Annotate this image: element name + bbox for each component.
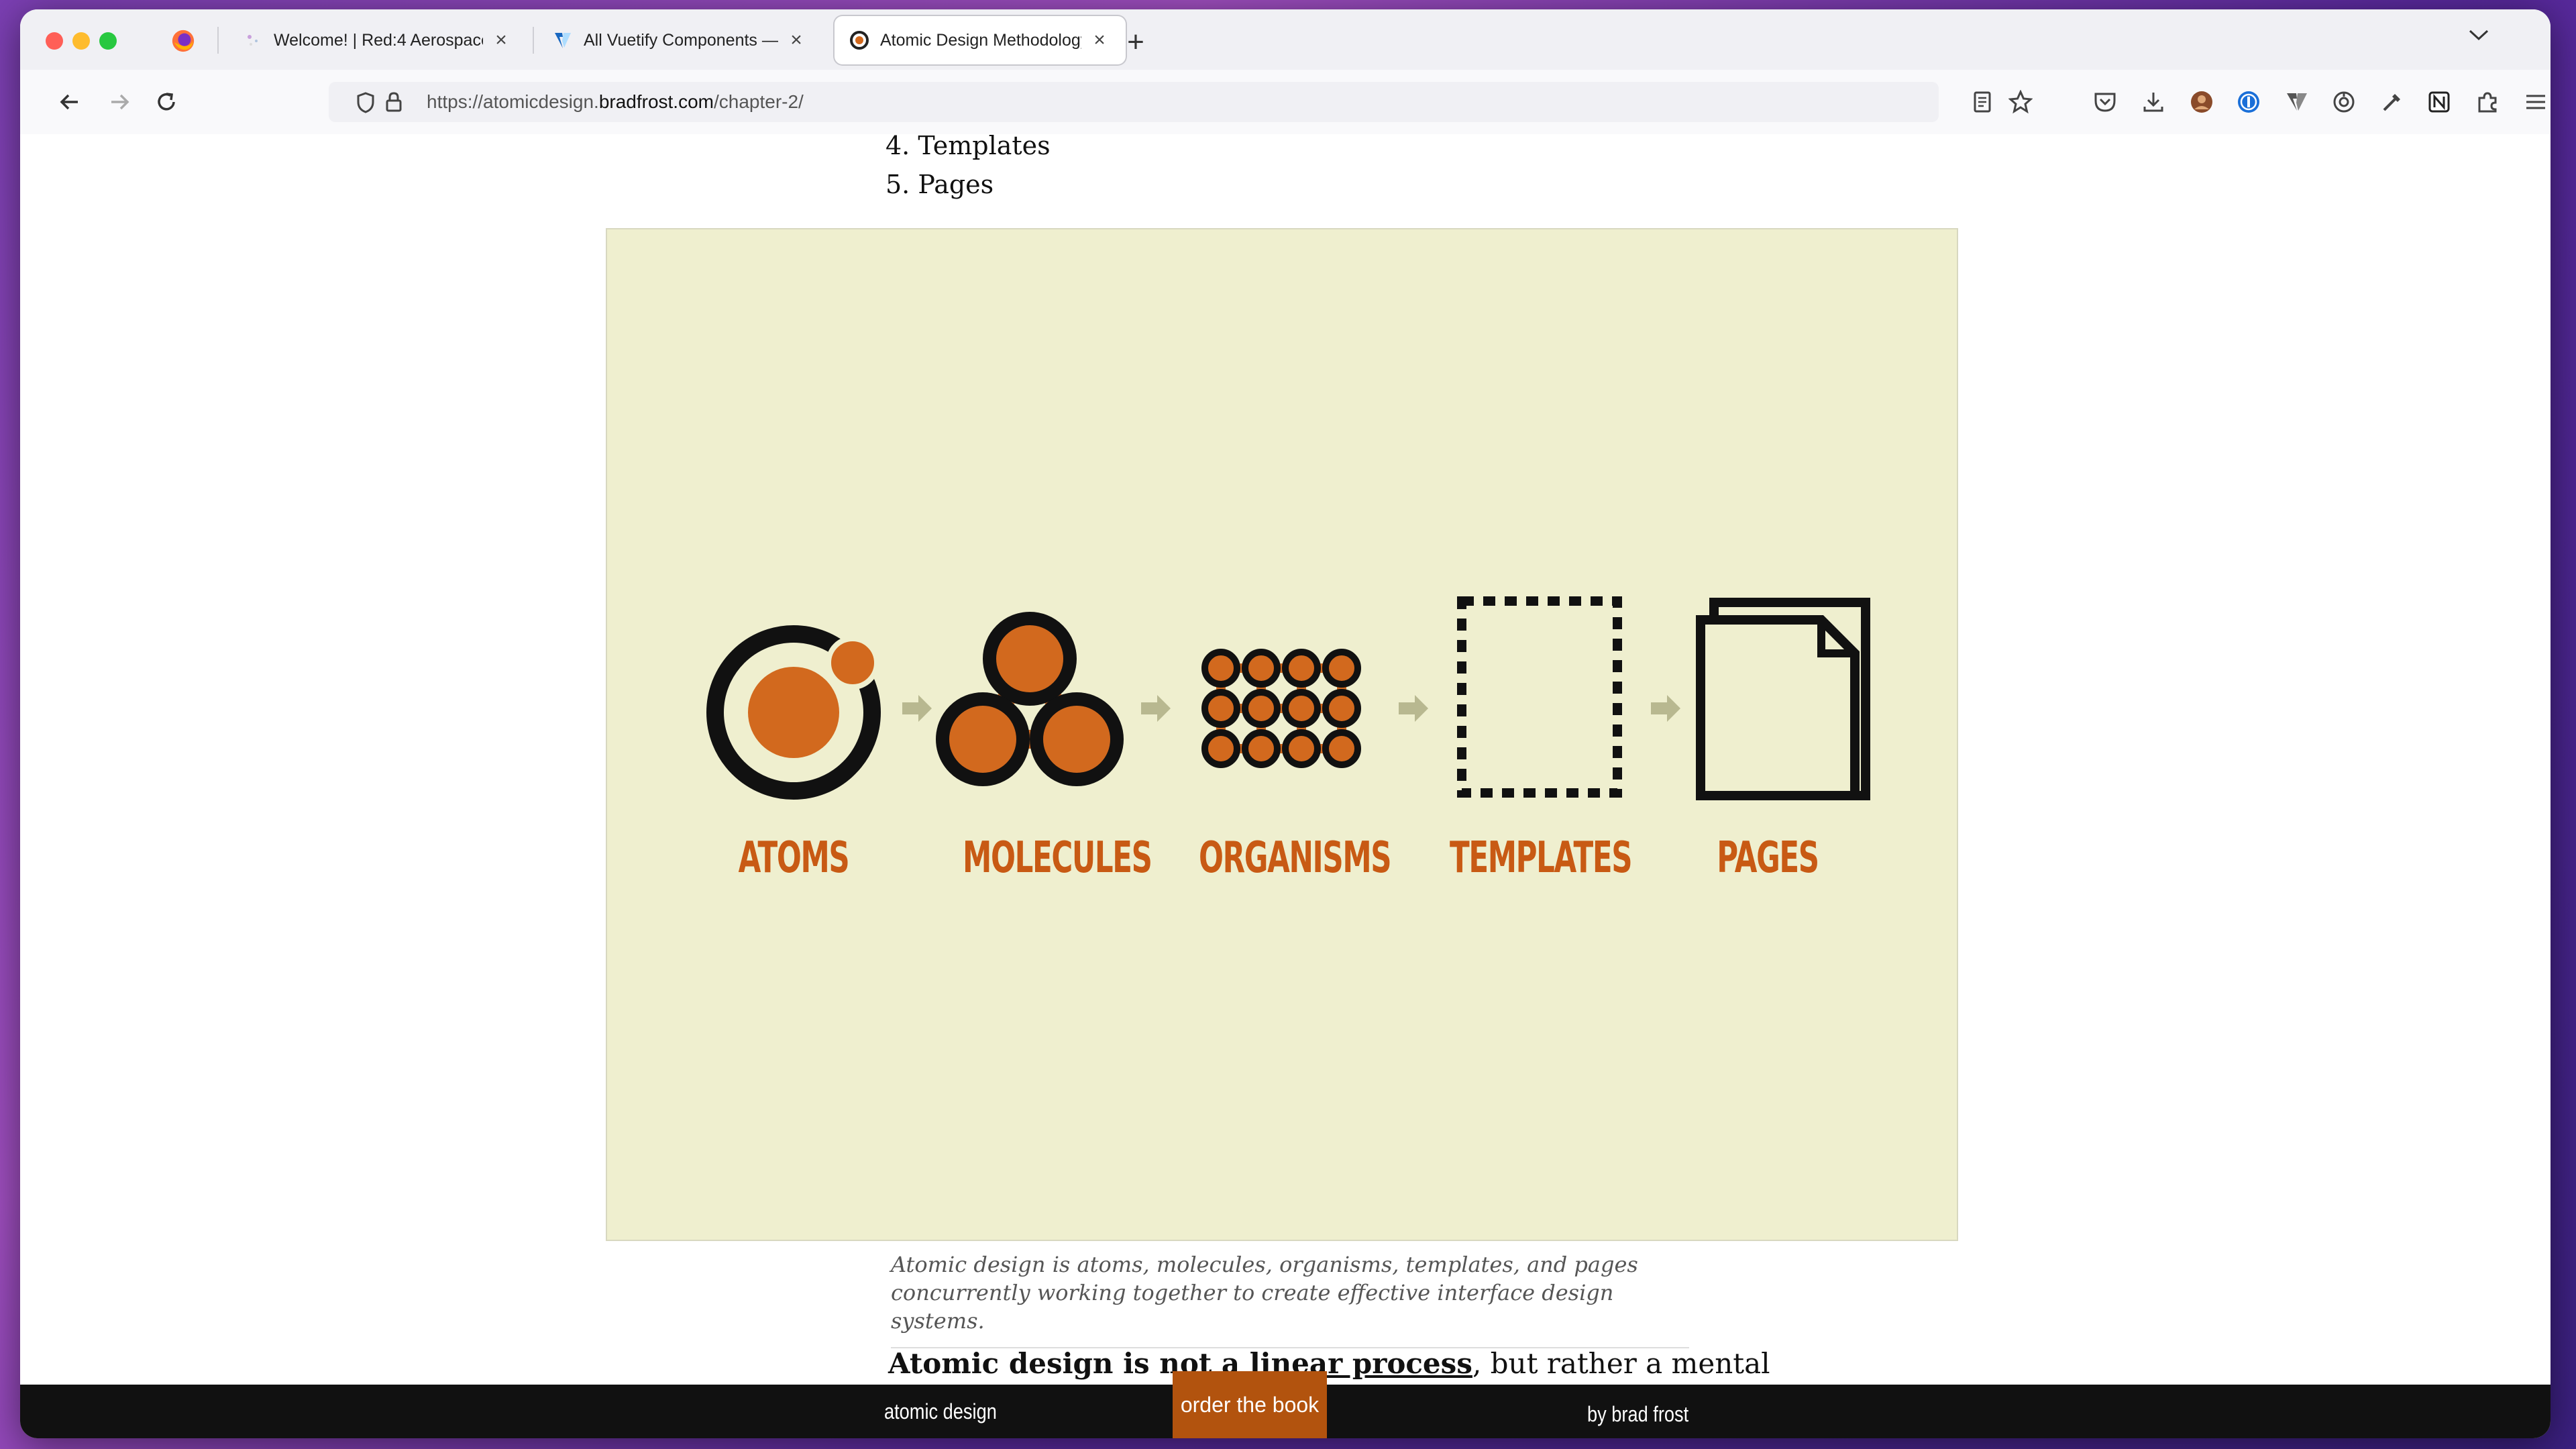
reload-button[interactable] xyxy=(150,86,182,118)
notion-icon xyxy=(2428,91,2450,113)
tab-atomic-design[interactable]: Atomic Design Methodology | Atomic Desig… xyxy=(835,16,1126,64)
minimize-window-button[interactable] xyxy=(72,32,90,50)
organism-node xyxy=(1201,729,1240,768)
pocket-icon xyxy=(2094,93,2116,112)
atomic-design-figure: ATOMS MOLECULES ORGANISMS TEMPLATES PAGE… xyxy=(606,228,1958,1241)
template-icon xyxy=(1457,596,1622,798)
close-tab-icon[interactable]: × xyxy=(785,29,808,52)
vuetify-icon xyxy=(555,33,571,48)
app-menu-button[interactable] xyxy=(2521,87,2551,117)
bookmark-star-icon[interactable] xyxy=(2008,90,2033,114)
organism-node xyxy=(1242,729,1281,768)
body-paragraph: Atomic design is not a linear process, b… xyxy=(888,1347,1770,1380)
account-button[interactable] xyxy=(2187,87,2216,117)
organism-icon xyxy=(1201,649,1361,768)
firefox-icon[interactable] xyxy=(170,28,196,54)
atomic-design-favicon-icon xyxy=(850,31,869,50)
shield-icon[interactable] xyxy=(356,91,376,114)
molecule-icon xyxy=(936,612,1124,786)
download-icon xyxy=(2143,93,2163,112)
organism-node xyxy=(1242,649,1281,688)
avatar-icon xyxy=(2191,91,2212,113)
page-content: 4. Templates 5. Pages ATOMS MOLECULES OR… xyxy=(20,134,2551,1393)
tab-label: All Vuetify Components — Vuetify xyxy=(584,30,778,50)
arrow-left-icon xyxy=(60,94,78,110)
tab-label: Welcome! | Red:4 Aerospace xyxy=(274,30,483,50)
arrow-right-icon xyxy=(902,695,932,722)
tab-vuetify[interactable]: All Vuetify Components — Vuetify × xyxy=(538,16,822,64)
close-tab-icon[interactable]: × xyxy=(490,29,513,52)
close-window-button[interactable] xyxy=(46,32,63,50)
stage-label-templates: TEMPLATES xyxy=(1450,833,1633,883)
url-path: /chapter-2/ xyxy=(713,91,804,112)
zoom-window-button[interactable] xyxy=(99,32,117,50)
new-tab-button[interactable]: + xyxy=(1120,25,1151,59)
organism-node xyxy=(1322,649,1361,688)
notion-button[interactable] xyxy=(2424,87,2454,117)
arrow-right-icon xyxy=(1399,695,1428,722)
reload-icon xyxy=(158,93,175,111)
eyedropper-button[interactable] xyxy=(2377,87,2407,117)
password-manager-icon xyxy=(2238,91,2259,113)
lock-icon[interactable] xyxy=(385,91,402,113)
extensions-button[interactable] xyxy=(2473,87,2502,117)
footer-author-link[interactable]: by brad frost xyxy=(1587,1402,1688,1427)
back-button[interactable] xyxy=(54,86,86,118)
stage-label-molecules: MOLECULES xyxy=(963,833,1152,883)
list-item: 4. Templates xyxy=(885,134,1051,160)
organism-node xyxy=(1242,689,1281,728)
vuetify-extension-icon xyxy=(2287,93,2307,111)
pocket-button[interactable] xyxy=(2090,87,2120,117)
sticky-footer-bar: atomic design order the book by brad fro… xyxy=(20,1371,2551,1438)
organism-node xyxy=(1201,689,1240,728)
tab-separator xyxy=(217,27,219,54)
stage-label-atoms: ATOMS xyxy=(738,833,850,883)
arrow-right-icon xyxy=(111,94,129,110)
organism-node xyxy=(1322,729,1361,768)
close-tab-icon[interactable]: × xyxy=(1088,29,1111,52)
arrow-right-icon xyxy=(1141,695,1171,722)
tab-strip: Welcome! | Red:4 Aerospace × All Vuetify… xyxy=(20,9,2551,70)
hamburger-menu-icon xyxy=(2526,95,2545,109)
stage-label-organisms: ORGANISMS xyxy=(1199,833,1392,883)
forward-button[interactable] xyxy=(103,86,136,118)
settings-circle-icon xyxy=(2333,91,2355,113)
downloads-button[interactable] xyxy=(2139,87,2168,117)
extension-button[interactable] xyxy=(2329,87,2359,117)
stage-label-pages: PAGES xyxy=(1717,833,1819,883)
browser-window: Welcome! | Red:4 Aerospace × All Vuetify… xyxy=(20,9,2551,1438)
organism-node xyxy=(1201,649,1240,688)
chevron-down-icon[interactable] xyxy=(2467,28,2490,42)
tab-separator xyxy=(533,27,534,54)
organism-node xyxy=(1322,689,1361,728)
url-text[interactable]: https://atomicdesign.bradfrost.com/chapt… xyxy=(427,91,804,113)
url-bar[interactable]: https://atomicdesign.bradfrost.com/chapt… xyxy=(329,82,2033,122)
eyedropper-icon xyxy=(2383,94,2400,111)
organism-node xyxy=(1282,649,1321,688)
tab-red4-aerospace[interactable]: Welcome! | Red:4 Aerospace × xyxy=(228,16,527,64)
puzzle-icon xyxy=(2478,92,2497,113)
organism-node xyxy=(1282,689,1321,728)
reader-view-icon[interactable] xyxy=(1972,90,1992,114)
body-rest-text: , but rather a mental xyxy=(1472,1347,1770,1380)
tab-label: Atomic Design Methodology | Atomic Desig… xyxy=(880,30,1081,50)
vuetify-extension-button[interactable] xyxy=(2282,87,2312,117)
pages-icon xyxy=(1696,598,1870,800)
url-domain: bradfrost.com xyxy=(598,91,714,112)
list-item: 5. Pages xyxy=(885,170,994,199)
footer-home-link[interactable]: atomic design xyxy=(884,1399,997,1424)
atom-icon xyxy=(706,625,881,800)
organism-node xyxy=(1282,729,1321,768)
figure-caption: Atomic design is atoms, molecules, organ… xyxy=(891,1250,1689,1348)
order-book-button[interactable]: order the book xyxy=(1173,1371,1327,1438)
atomic-design-illustration xyxy=(706,596,1870,800)
sparkle-icon xyxy=(248,35,258,46)
url-prefix: https://atomicdesign. xyxy=(427,91,599,112)
arrow-right-icon xyxy=(1651,695,1680,722)
navigation-toolbar: https://atomicdesign.bradfrost.com/chapt… xyxy=(20,70,2551,136)
ordered-list: 4. Templates 5. Pages xyxy=(885,134,1051,204)
password-manager-button[interactable] xyxy=(2234,87,2263,117)
